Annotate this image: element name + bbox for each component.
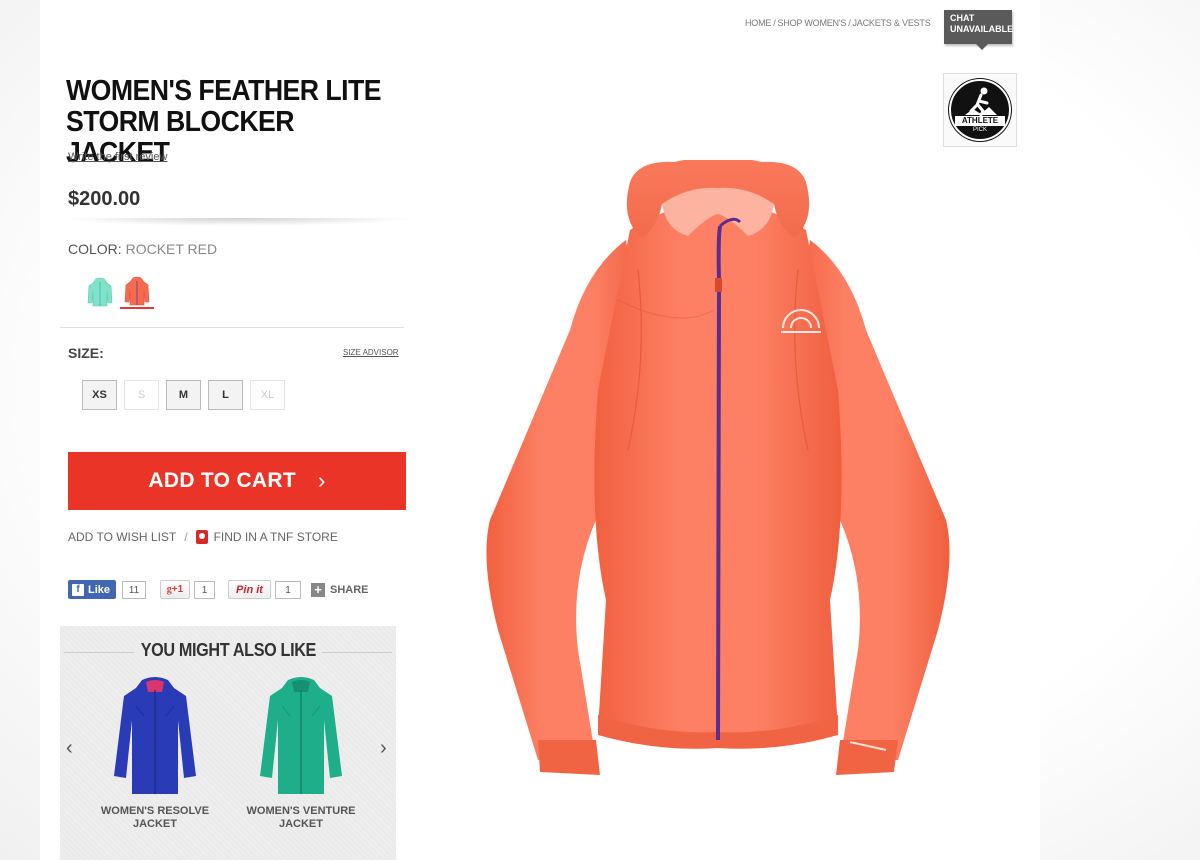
recommendation-item[interactable]: WOMEN'S VENTURE JACKET bbox=[241, 676, 361, 831]
carousel-prev-arrow-icon[interactable]: ‹ bbox=[66, 737, 73, 760]
size-option-s[interactable]: S bbox=[124, 380, 159, 410]
main-product-image[interactable] bbox=[478, 157, 958, 790]
find-in-store-link[interactable]: FIND IN A TNF STORE bbox=[214, 530, 338, 544]
chevron-right-icon: › bbox=[317, 468, 326, 493]
google-plus-count: 1 bbox=[194, 581, 215, 599]
breadcrumb: HOME / SHOP WOMEN'S / JACKETS & VESTS bbox=[745, 18, 931, 28]
chat-unavailable-badge[interactable]: CHAT UNAVAILABLE bbox=[944, 10, 1014, 50]
google-plus-button[interactable]: g +1 bbox=[160, 580, 190, 599]
jacket-image bbox=[486, 157, 950, 775]
store-locator-icon bbox=[195, 530, 208, 544]
facebook-icon: f bbox=[72, 583, 84, 596]
size-advisor-link[interactable]: SIZE ADVISOR bbox=[343, 348, 399, 357]
recommendation-name: WOMEN'S RESOLVE JACKET bbox=[100, 805, 210, 830]
breadcrumb-shop-womens[interactable]: SHOP WOMEN'S bbox=[778, 18, 847, 28]
add-to-wish-list-link[interactable]: ADD TO WISH LIST bbox=[68, 530, 176, 544]
google-plus-label: +1 bbox=[171, 584, 184, 595]
carousel-next-arrow-icon[interactable]: › bbox=[380, 737, 387, 760]
size-option-l[interactable]: L bbox=[208, 380, 243, 410]
recommendations-title: YOU MIGHT ALSO LIKE bbox=[140, 640, 316, 660]
facebook-like-count: 11 bbox=[122, 581, 146, 599]
chat-label: CHAT bbox=[950, 13, 975, 23]
facebook-like-label: Like bbox=[88, 583, 111, 596]
recommendations-header: YOU MIGHT ALSO LIKE bbox=[60, 640, 396, 661]
page-background: HOME / SHOP WOMEN'S / JACKETS & VESTS CHAT U… bbox=[0, 0, 1200, 860]
section-divider bbox=[60, 327, 404, 328]
color-label: COLOR: bbox=[68, 241, 122, 257]
product-thumbnail bbox=[114, 677, 196, 794]
write-review-link[interactable]: Write the first review bbox=[68, 151, 167, 163]
plus-icon: + bbox=[311, 583, 325, 597]
athlete-pick-icon: ATHLETE PICK bbox=[949, 79, 1011, 141]
athlete-pick-label: ATHLETE bbox=[955, 116, 1005, 126]
color-swatch-rocket-red[interactable] bbox=[120, 275, 154, 309]
breadcrumb-jackets-vests[interactable]: JACKETS & VESTS bbox=[853, 18, 931, 28]
secondary-actions: ADD TO WISH LIST / FIND IN A TNF STORE bbox=[68, 530, 338, 544]
color-row: COLOR: ROCKET RED bbox=[68, 241, 217, 257]
athlete-pick-sublabel: PICK bbox=[972, 127, 987, 133]
pinterest-pin-count: 1 bbox=[275, 581, 301, 599]
product-price: $200.00 bbox=[68, 188, 141, 210]
add-to-cart-label: ADD TO CART bbox=[148, 469, 296, 492]
recommendation-item[interactable]: WOMEN'S RESOLVE JACKET bbox=[95, 676, 215, 831]
add-to-cart-button[interactable]: ADD TO CART › bbox=[68, 452, 406, 510]
athlete-pick-badge: ATHLETE PICK bbox=[943, 73, 1017, 147]
chat-status: UNAVAILABLE bbox=[950, 24, 1014, 34]
share-label: SHARE bbox=[330, 584, 369, 596]
product-title-line1: WOMEN'S FEATHER LITE bbox=[66, 75, 382, 107]
product-thumbnail bbox=[260, 677, 342, 794]
jacket-swatch-icon bbox=[87, 277, 113, 307]
facebook-like-button[interactable]: f Like bbox=[68, 580, 116, 599]
color-swatch-mint[interactable] bbox=[83, 275, 117, 309]
price-divider-shadow bbox=[60, 218, 416, 226]
size-option-m[interactable]: M bbox=[166, 380, 201, 410]
jacket-swatch-icon bbox=[124, 276, 150, 306]
action-separator: / bbox=[184, 530, 188, 544]
size-label: SIZE: bbox=[68, 345, 104, 361]
pinterest-pin-button[interactable]: Pin it bbox=[228, 580, 271, 599]
share-button[interactable]: + SHARE bbox=[311, 583, 369, 597]
color-value: ROCKET RED bbox=[125, 241, 218, 257]
size-option-xl[interactable]: XL bbox=[250, 380, 285, 410]
size-option-xs[interactable]: XS bbox=[82, 380, 117, 410]
breadcrumb-home[interactable]: HOME bbox=[745, 18, 771, 28]
recommendation-name: WOMEN'S VENTURE JACKET bbox=[246, 805, 356, 830]
recommendations-carousel: YOU MIGHT ALSO LIKE ‹ › WOMEN'S RESOLVE … bbox=[60, 626, 396, 860]
